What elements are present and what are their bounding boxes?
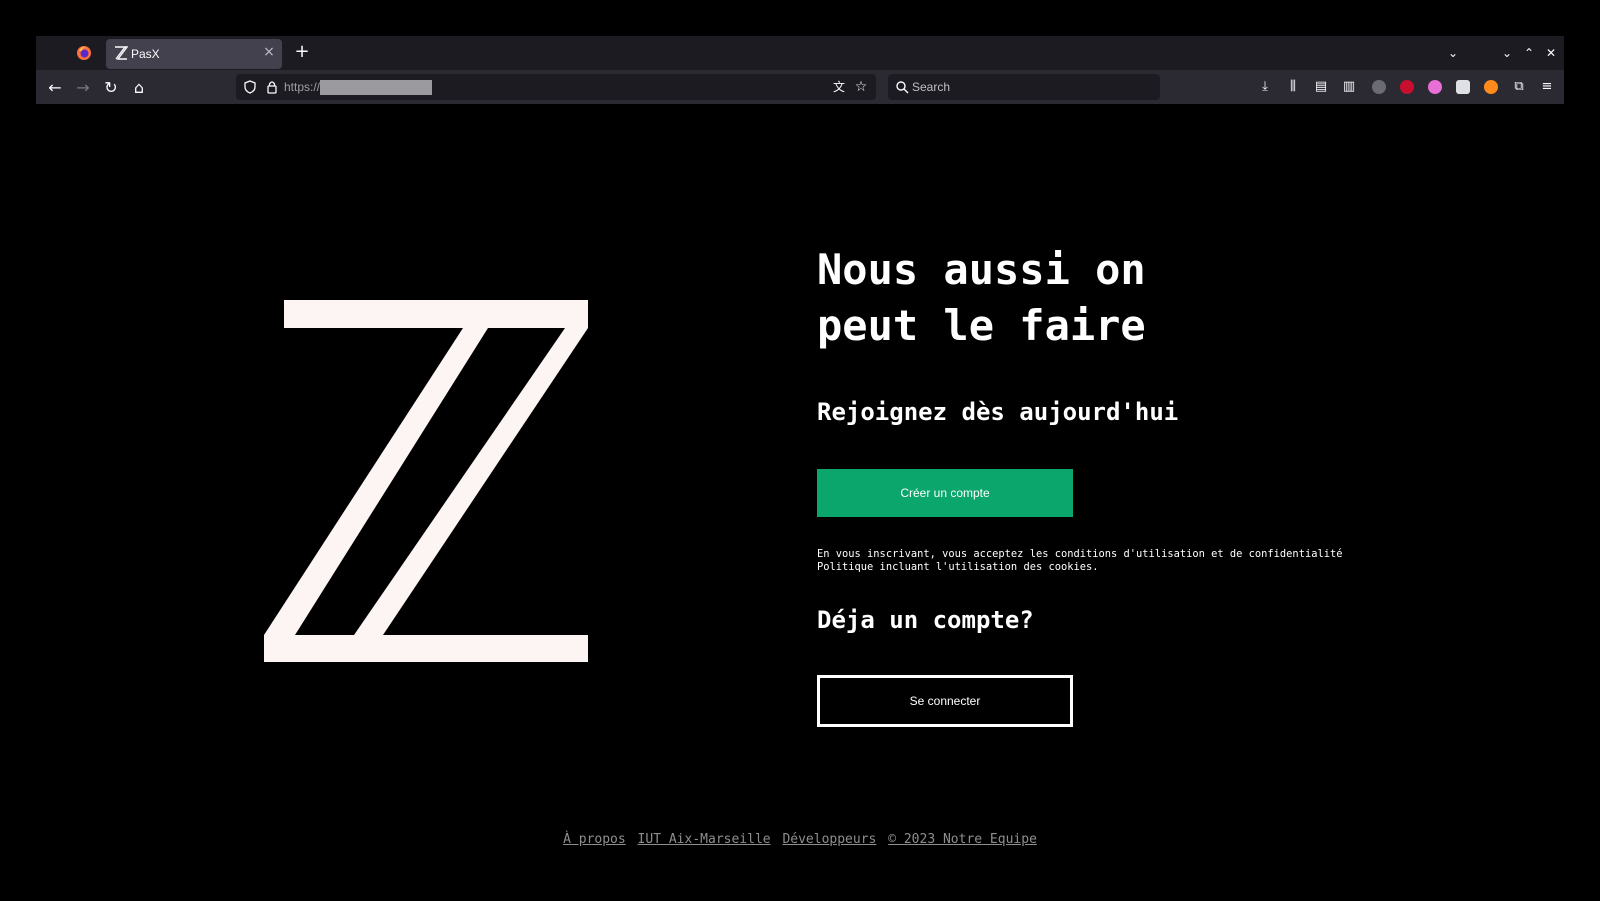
search-icon <box>896 81 909 94</box>
footer-link-iut[interactable]: IUT Aix-Marseille <box>638 832 771 847</box>
existing-account-heading: Déja un compte? <box>817 606 1034 634</box>
z-logo-icon <box>264 300 588 662</box>
download-icon[interactable]: ⤓ <box>1256 78 1274 96</box>
extension-barcode-icon[interactable]: ▥ <box>1340 78 1358 96</box>
extension-ublock-icon[interactable] <box>1400 80 1414 94</box>
footer-link-about[interactable]: À propos <box>563 832 626 847</box>
back-arrow-icon[interactable]: ← <box>44 77 66 99</box>
sidebar-icon[interactable]: ▤ <box>1312 78 1330 96</box>
terms-line-2: Politique incluant l'utilisation des coo… <box>817 561 1099 573</box>
create-account-button[interactable]: Créer un compte <box>817 469 1073 517</box>
footer: À propos IUT Aix-Marseille Développeurs … <box>0 832 1600 847</box>
search-placeholder: Search <box>912 80 951 94</box>
tab-bar: PasX × + ⌄ ⌄ ⌃ ✕ <box>36 36 1564 70</box>
tab-close-icon[interactable]: × <box>262 45 276 59</box>
extension-box-icon[interactable] <box>1456 80 1470 94</box>
list-all-tabs-icon[interactable]: ⌄ <box>1444 44 1462 62</box>
forward-arrow-icon[interactable]: → <box>72 77 94 99</box>
firefox-icon[interactable] <box>76 45 92 61</box>
tab-pasx[interactable]: PasX × <box>106 39 282 69</box>
star-icon[interactable]: ☆ <box>852 78 870 96</box>
hero-line-2: peut le faire <box>817 301 1146 350</box>
home-icon[interactable]: ⌂ <box>128 77 150 99</box>
extensions-puzzle-icon[interactable]: ⧉ <box>1510 78 1528 96</box>
signup-subtitle: Rejoignez dès aujourd'hui <box>817 398 1179 426</box>
maximize-icon[interactable]: ⌃ <box>1520 44 1538 62</box>
search-bar[interactable]: Search <box>888 74 1160 100</box>
url-text: https:// <box>284 80 321 94</box>
login-button[interactable]: Se connecter <box>817 675 1073 727</box>
url-redacted <box>320 80 432 95</box>
hero-title: Nous aussi on peut le faire <box>817 242 1377 354</box>
reload-icon[interactable]: ↻ <box>100 77 122 99</box>
url-bar[interactable]: https:// 文 ☆ <box>236 74 876 100</box>
hero-line-1: Nous aussi on <box>817 245 1146 294</box>
terms-notice: En vous inscrivant, vous acceptez les co… <box>817 548 1377 574</box>
close-window-icon[interactable]: ✕ <box>1542 44 1560 62</box>
z-logo-favicon-icon <box>115 46 128 60</box>
library-icon[interactable]: ⫼ <box>1284 78 1302 96</box>
extension-github-icon[interactable] <box>1372 80 1386 94</box>
lock-icon[interactable] <box>264 79 280 95</box>
shield-icon[interactable] <box>242 79 258 95</box>
footer-link-copyright[interactable]: © 2023 Notre Equipe <box>888 832 1037 847</box>
extension-orange-icon[interactable] <box>1484 80 1498 94</box>
tab-title: PasX <box>131 47 160 61</box>
footer-link-developers[interactable]: Développeurs <box>782 832 876 847</box>
terms-line-1: En vous inscrivant, vous acceptez les co… <box>817 548 1343 560</box>
extension-pink-icon[interactable] <box>1428 80 1442 94</box>
translate-icon[interactable]: 文 <box>830 78 848 96</box>
minimize-icon[interactable]: ⌄ <box>1498 44 1516 62</box>
nav-bar: ← → ↻ ⌂ https:// 文 ☆ Search ⤓ ⫼ ▤ ▥ ⧉ ≡ <box>36 70 1564 104</box>
menu-icon[interactable]: ≡ <box>1538 78 1556 96</box>
browser-window: PasX × + ⌄ ⌄ ⌃ ✕ ← → ↻ ⌂ https:// 文 ☆ Se… <box>36 36 1564 104</box>
new-tab-button[interactable]: + <box>292 42 312 62</box>
